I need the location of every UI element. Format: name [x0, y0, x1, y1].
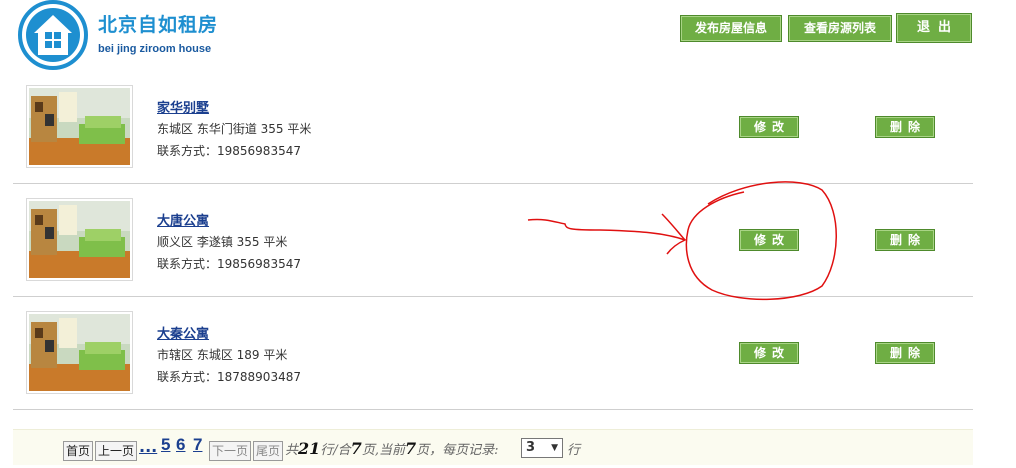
listing-thumbnail[interactable] — [26, 85, 133, 168]
listing-contact: 联系方式：18788903487 — [157, 370, 301, 384]
publish-house-button[interactable]: 发布房屋信息 — [680, 15, 782, 42]
brand: 北京自如租房 bei jing ziroom house — [98, 10, 218, 55]
prev-page-button[interactable]: 上一页 — [95, 441, 138, 461]
edit-button[interactable]: 修改 — [739, 116, 799, 138]
per-page-select[interactable]: 3 ▼ — [521, 438, 563, 458]
delete-button[interactable]: 删除 — [875, 229, 935, 251]
chevron-down-icon: ▼ — [551, 443, 558, 453]
brand-name-cn: 北京自如租房 — [98, 14, 219, 36]
listing-contact: 联系方式：19856983547 — [157, 144, 301, 158]
listing-row: 大秦公寓 市辖区 东城区 189 平米 联系方式：18788903487 修改 … — [13, 297, 973, 410]
listing-thumbnail[interactable] — [26, 198, 133, 281]
page-link-6[interactable]: 6 — [176, 435, 185, 455]
listing-address: 顺义区 李遂镇 355 平米 — [157, 235, 288, 249]
total-rows: 21 — [298, 439, 321, 458]
next-page-button[interactable]: 下一页 — [209, 441, 252, 461]
last-page-button[interactable]: 尾页 — [253, 441, 284, 461]
pagination-info: 共21行/合7页,当前7页，每页记录: — [285, 439, 499, 458]
brand-name-en: bei jing ziroom house — [98, 43, 212, 55]
delete-button[interactable]: 删除 — [875, 116, 935, 138]
exit-button[interactable]: 退出 — [896, 13, 972, 43]
listing-address: 东城区 东华门街道 355 平米 — [157, 122, 312, 136]
pagination-bar: 首页 上一页 ... 5 6 7 下一页 尾页 共21行/合7页,当前7页，每页… — [13, 429, 973, 465]
listing-title-link[interactable]: 家华别墅 — [157, 97, 209, 116]
listing-contact: 联系方式：19856983547 — [157, 257, 301, 271]
more-pages-link[interactable]: ... — [139, 437, 157, 456]
listing-row: 家华别墅 东城区 东华门街道 355 平米 联系方式：19856983547 修… — [13, 71, 973, 184]
listing-title-link[interactable]: 大唐公寓 — [157, 210, 209, 229]
first-page-button[interactable]: 首页 — [63, 441, 94, 461]
current-page: 7 — [404, 439, 417, 458]
listing-row: 大唐公寓 顺义区 李遂镇 355 平米 联系方式：19856983547 修改 … — [13, 184, 973, 297]
delete-button[interactable]: 删除 — [875, 342, 935, 364]
page-link-5[interactable]: 5 — [161, 435, 170, 455]
view-listings-button[interactable]: 查看房源列表 — [788, 15, 892, 42]
listing-address: 市辖区 东城区 189 平米 — [157, 348, 288, 362]
row-unit-label: 行 — [567, 443, 581, 458]
edit-button[interactable]: 修改 — [739, 342, 799, 364]
listing-title-link[interactable]: 大秦公寓 — [157, 323, 209, 342]
edit-button[interactable]: 修改 — [739, 229, 799, 251]
total-pages: 7 — [350, 439, 362, 458]
listing-thumbnail[interactable] — [26, 311, 133, 394]
logo-icon — [16, 0, 90, 70]
page-link-7[interactable]: 7 — [193, 435, 202, 455]
